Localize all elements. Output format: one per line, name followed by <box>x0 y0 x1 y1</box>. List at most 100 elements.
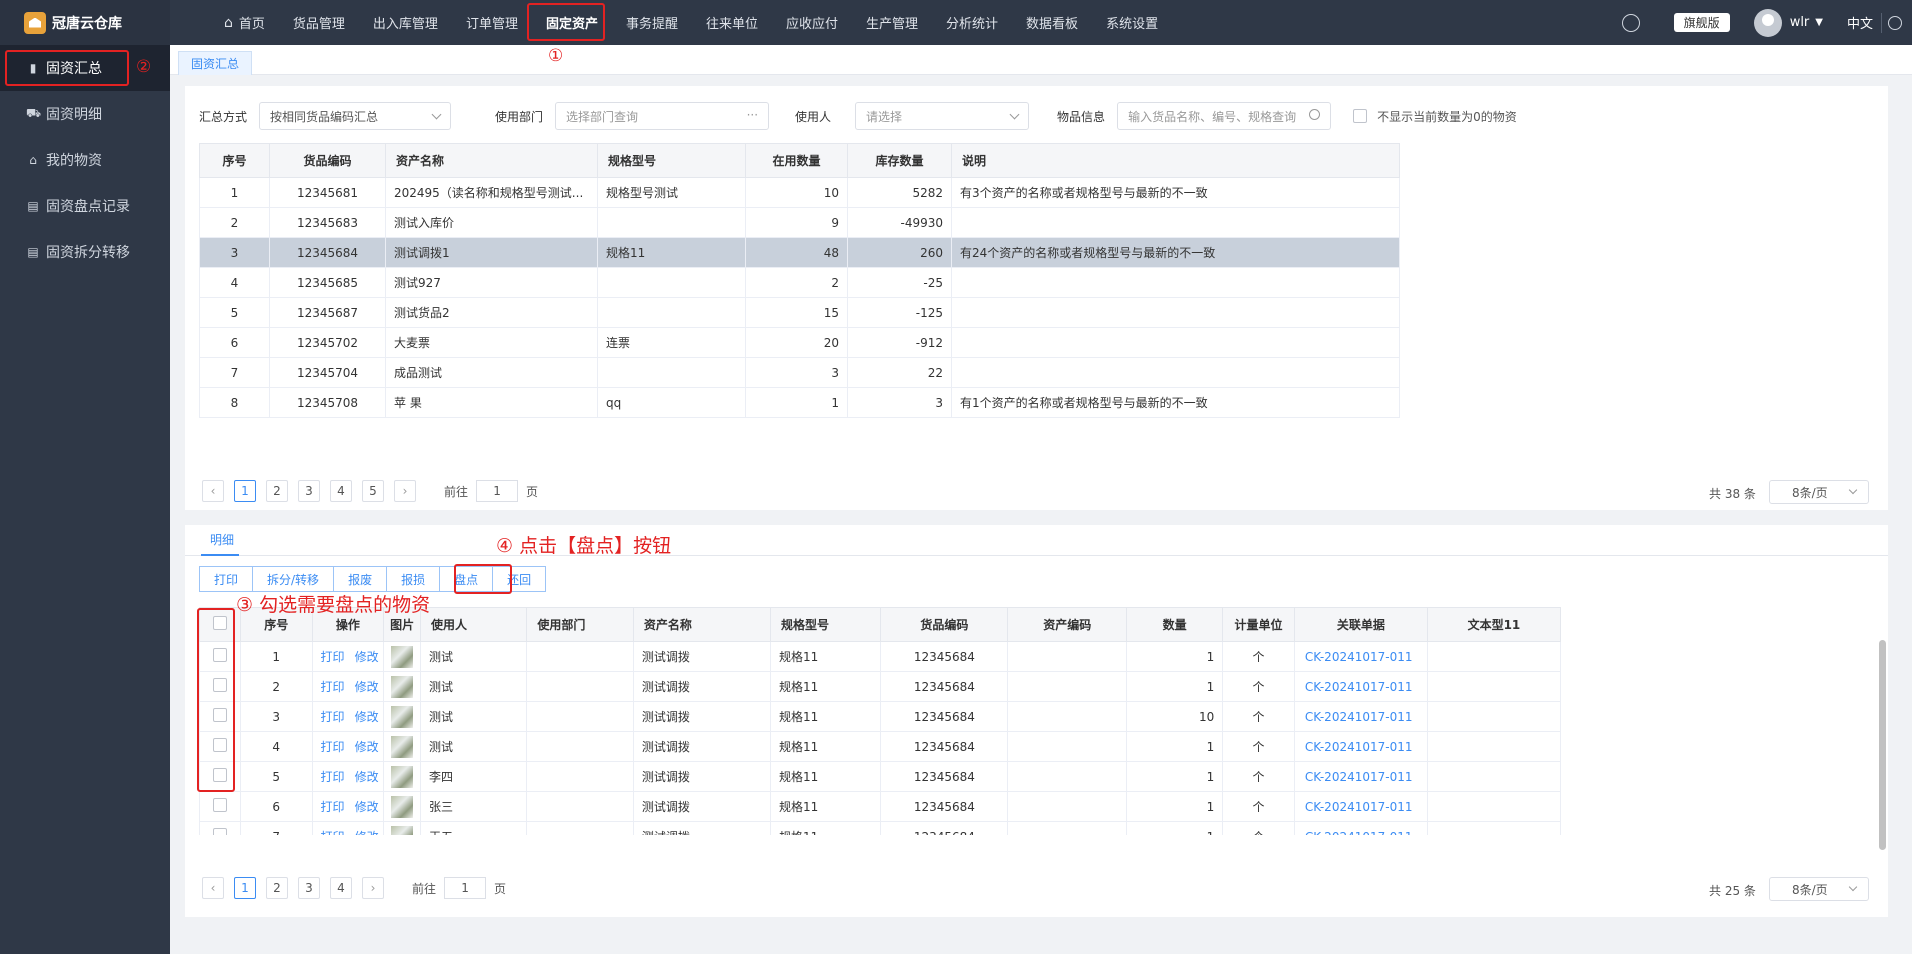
sidebar-item-5[interactable]: ▤ 固资拆分转移 <box>0 229 170 275</box>
table-row[interactable]: 2 12345683 测试入库价 9 -49930 <box>199 207 1400 238</box>
related-document-link[interactable]: CK-20241017-011 <box>1293 821 1428 835</box>
column-header[interactable]: 文本型11 <box>1426 607 1561 642</box>
summary-page-size-select[interactable]: 8条/页 <box>1769 480 1869 504</box>
asset-thumbnail[interactable] <box>391 675 414 698</box>
column-header[interactable]: 使用部门 <box>526 607 634 642</box>
help-icon[interactable] <box>1621 13 1640 32</box>
next-page-button[interactable]: › <box>362 877 384 899</box>
column-header[interactable]: 货品编码 <box>269 143 386 178</box>
prev-page-button[interactable]: ‹ <box>202 877 224 899</box>
nav-item-7[interactable]: 往来单位 <box>692 0 772 45</box>
column-header[interactable]: 货品编码 <box>880 607 1009 642</box>
toolbar-button-1[interactable]: 打印 <box>199 566 254 592</box>
nav-item-4[interactable]: 订单管理 <box>452 0 532 45</box>
goto-page-input[interactable]: 1 <box>444 877 487 899</box>
language-switch[interactable]: 中文 <box>1847 13 1873 32</box>
settings-icon[interactable] <box>1888 15 1902 30</box>
edit-link[interactable]: 修改 <box>355 740 379 754</box>
page-number-button[interactable]: 3 <box>298 877 320 899</box>
summary-mode-select[interactable]: 按相同货品编码汇总 <box>259 102 452 130</box>
print-link[interactable]: 打印 <box>321 800 345 814</box>
asset-thumbnail[interactable] <box>391 645 414 668</box>
edit-link[interactable]: 修改 <box>355 770 379 784</box>
page-number-button[interactable]: 1 <box>234 877 256 899</box>
user-select[interactable]: 请选择 <box>855 102 1030 130</box>
table-row[interactable]: 4 打印 修改 测试 测试调拨 规格11 12345684 1 个 CK-20241017-011 <box>199 731 1561 762</box>
goto-page-input[interactable]: 1 <box>476 480 519 502</box>
hide-zero-checkbox[interactable] <box>1353 109 1368 123</box>
row-checkbox[interactable] <box>212 828 227 835</box>
sidebar-item-2[interactable]: ⛟ 固资明细 <box>0 91 170 137</box>
nav-item-6[interactable]: 事务提醒 <box>612 0 692 45</box>
related-document-link[interactable]: CK-20241017-011 <box>1293 641 1428 672</box>
item-search-input[interactable]: 输入货品名称、编号、规格查询 <box>1117 102 1332 130</box>
related-document-link[interactable]: CK-20241017-011 <box>1293 731 1428 762</box>
toolbar-button-3[interactable]: 报废 <box>333 566 388 592</box>
sidebar-item-3[interactable]: ⌂ 我的物资 <box>0 137 170 183</box>
asset-thumbnail[interactable] <box>391 795 414 818</box>
column-header[interactable]: 说明 <box>951 143 1400 178</box>
vertical-scrollbar[interactable] <box>1879 640 1886 850</box>
column-header[interactable]: 计量单位 <box>1222 607 1295 642</box>
avatar[interactable] <box>1753 8 1782 37</box>
page-number-button[interactable]: 5 <box>362 480 384 502</box>
column-header[interactable]: 序号 <box>199 143 270 178</box>
column-header[interactable]: 关联单据 <box>1293 607 1428 642</box>
page-number-button[interactable]: 2 <box>266 480 288 502</box>
edit-link[interactable]: 修改 <box>355 710 379 724</box>
column-header[interactable]: 资产名称 <box>385 143 598 178</box>
column-header[interactable]: 使用人 <box>419 607 528 642</box>
table-row[interactable]: 8 12345708 苹 果 qq 1 3 有1个资产的名称或者规格型号与最新的不一致 <box>199 387 1400 418</box>
edit-link[interactable]: 修改 <box>355 650 379 664</box>
nav-item-3[interactable]: 出入库管理 <box>359 0 452 45</box>
column-header[interactable]: 数量 <box>1126 607 1224 642</box>
detail-page-size-select[interactable]: 8条/页 <box>1769 877 1869 901</box>
asset-thumbnail[interactable] <box>391 765 414 788</box>
toolbar-button-4[interactable]: 报损 <box>386 566 441 592</box>
print-link[interactable]: 打印 <box>321 680 345 694</box>
toolbar-button-2[interactable]: 拆分/转移 <box>252 566 335 592</box>
table-row[interactable]: 6 打印 修改 张三 测试调拨 规格11 12345684 1 个 CK-20241017-011 <box>199 791 1561 822</box>
edit-link[interactable]: 修改 <box>355 830 379 835</box>
print-link[interactable]: 打印 <box>321 740 345 754</box>
related-document-link[interactable]: CK-20241017-011 <box>1293 701 1428 732</box>
table-row[interactable]: 4 12345685 测试927 2 -25 <box>199 267 1400 298</box>
print-link[interactable]: 打印 <box>321 830 345 835</box>
table-row[interactable]: 7 12345704 成品测试 3 22 <box>199 357 1400 388</box>
nav-item-9[interactable]: 生产管理 <box>852 0 932 45</box>
nav-item-2[interactable]: 货品管理 <box>279 0 359 45</box>
page-number-button[interactable]: 2 <box>266 877 288 899</box>
table-row[interactable]: 1 12345681 202495（读名称和规格型号测试... 规格型号测试 10 528… <box>199 177 1400 208</box>
nav-item-8[interactable]: 应收应付 <box>772 0 852 45</box>
edit-link[interactable]: 修改 <box>355 680 379 694</box>
column-header[interactable]: 规格型号 <box>769 607 882 642</box>
tab-detail[interactable]: 明细 <box>210 531 234 548</box>
tab-fixed-asset-summary[interactable]: 固资汇总 <box>178 51 253 75</box>
column-header[interactable]: 资产编码 <box>1007 607 1128 642</box>
department-field[interactable]: 选择部门查询 ··· <box>555 102 770 130</box>
asset-thumbnail[interactable] <box>391 825 414 835</box>
sidebar-item-4[interactable]: ▤ 固资盘点记录 <box>0 183 170 229</box>
prev-page-button[interactable]: ‹ <box>202 480 224 502</box>
asset-thumbnail[interactable] <box>391 735 414 758</box>
nav-item-11[interactable]: 数据看板 <box>1012 0 1092 45</box>
print-link[interactable]: 打印 <box>321 650 345 664</box>
column-header[interactable]: 库存数量 <box>847 143 952 178</box>
row-checkbox[interactable] <box>212 798 227 812</box>
page-number-button[interactable]: 3 <box>298 480 320 502</box>
column-header[interactable]: 规格型号 <box>597 143 746 178</box>
table-row[interactable]: 3 打印 修改 测试 测试调拨 规格11 12345684 10 个 CK-20241017-01… <box>199 701 1561 732</box>
edit-link[interactable]: 修改 <box>355 800 379 814</box>
table-row[interactable]: 3 12345684 测试调拨1 规格11 48 260 有24个资产的名称或者规格型号与最… <box>199 237 1400 268</box>
table-row[interactable]: 6 12345702 大麦票 连票 20 -912 <box>199 327 1400 358</box>
related-document-link[interactable]: CK-20241017-011 <box>1293 761 1428 792</box>
nav-item-12[interactable]: 系统设置 <box>1092 0 1172 45</box>
print-link[interactable]: 打印 <box>321 710 345 724</box>
nav-item-10[interactable]: 分析统计 <box>932 0 1012 45</box>
print-link[interactable]: 打印 <box>321 770 345 784</box>
nav-item-1[interactable]: ⌂ 首页 <box>210 0 279 45</box>
username[interactable]: wlr <box>1790 15 1810 30</box>
related-document-link[interactable]: CK-20241017-011 <box>1293 671 1428 702</box>
table-row[interactable]: 7 打印 修改 王五 测试调拨规格1112345684 1个CK-20241017-011 <box>199 821 1561 835</box>
more-icon[interactable]: ··· <box>747 108 758 122</box>
